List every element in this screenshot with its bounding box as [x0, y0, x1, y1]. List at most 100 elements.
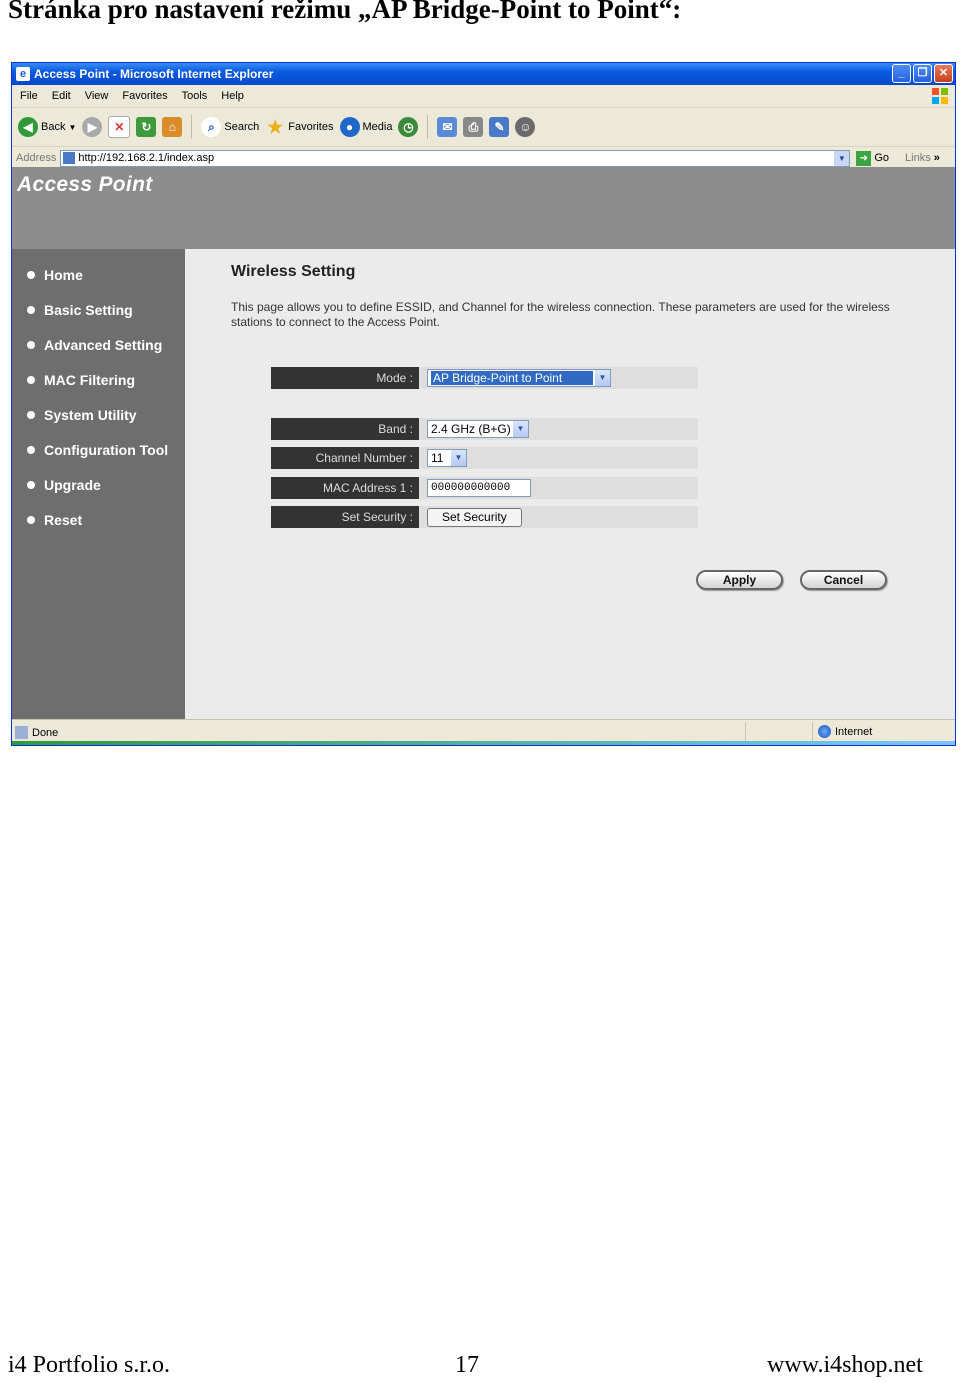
- mac-label: MAC Address 1 :: [271, 477, 419, 499]
- security-row: Set Security : Set Security: [271, 506, 698, 528]
- refresh-icon[interactable]: ↻: [136, 117, 157, 137]
- chevron-down-icon: ▼: [513, 421, 528, 437]
- links-button[interactable]: Links »: [905, 152, 940, 164]
- chevron-down-icon: ▼: [68, 122, 77, 132]
- nav-item-basic-setting[interactable]: Basic Setting: [12, 292, 185, 327]
- links-label: Links: [905, 152, 931, 164]
- status-bar: Done Internet: [12, 719, 955, 745]
- channel-select[interactable]: 11 ▼: [427, 449, 467, 467]
- history-icon[interactable]: ◷: [398, 117, 419, 137]
- bullet-icon: [27, 480, 35, 489]
- bullet-icon: [27, 515, 35, 524]
- mac-address-input[interactable]: 000000000000: [427, 479, 531, 497]
- browser-toolbar: ◀ Back ▼ ▶ ✕ ↻ ⌂ ⌕ Search ★ Favorites ● …: [12, 108, 955, 147]
- page-icon: [63, 152, 76, 164]
- footer-company: i4 Portfolio s.r.o.: [8, 1352, 171, 1378]
- mode-select[interactable]: AP Bridge-Point to Point ▼: [427, 369, 611, 387]
- go-label: Go: [874, 152, 890, 164]
- go-button[interactable]: ➜ Go: [856, 150, 890, 166]
- media-label: Media: [362, 121, 393, 133]
- media-icon: ●: [339, 117, 360, 137]
- footer-website: www.i4shop.net: [767, 1352, 923, 1378]
- back-arrow-icon: ◀: [18, 117, 38, 137]
- menu-favorites[interactable]: Favorites: [122, 90, 167, 102]
- mode-label: Mode :: [271, 367, 419, 389]
- print-icon[interactable]: ⎙: [463, 117, 484, 137]
- forward-icon[interactable]: ▶: [82, 117, 103, 137]
- menu-file[interactable]: File: [20, 90, 38, 102]
- menu-view[interactable]: View: [85, 90, 109, 102]
- favorites-button[interactable]: ★ Favorites: [265, 117, 333, 137]
- nav-item-system-utility[interactable]: System Utility: [12, 397, 185, 432]
- status-divider: [745, 722, 746, 742]
- banner-title: Access Point: [17, 173, 153, 196]
- favorites-label: Favorites: [288, 121, 334, 133]
- side-navigation: Home Basic Setting Advanced Setting MAC …: [12, 249, 185, 720]
- search-icon: ⌕: [201, 117, 222, 137]
- windows-logo-icon: [931, 87, 949, 105]
- menu-bar: File Edit View Favorites Tools Help: [12, 85, 955, 108]
- mode-row: Mode : AP Bridge-Point to Point ▼: [271, 367, 698, 389]
- url-input[interactable]: http://192.168.2.1/index.asp ▼: [60, 149, 851, 167]
- address-label: Address: [16, 152, 57, 164]
- set-security-button[interactable]: Set Security: [427, 507, 522, 527]
- stop-icon[interactable]: ✕: [108, 116, 131, 138]
- security-zone: Internet: [818, 725, 872, 738]
- nav-item-advanced-setting[interactable]: Advanced Setting: [12, 327, 185, 362]
- chevron-down-icon: ▼: [451, 450, 466, 466]
- star-icon: ★: [267, 116, 284, 137]
- home-icon[interactable]: ⌂: [162, 117, 183, 137]
- band-row: Band : 2.4 GHz (B+G) ▼: [271, 418, 698, 440]
- bullet-icon: [27, 375, 35, 384]
- nav-label: Advanced Setting: [44, 336, 163, 353]
- maximize-icon[interactable]: ❐: [913, 64, 932, 83]
- chevron-down-icon: ▼: [595, 370, 610, 386]
- nav-item-mac-filtering[interactable]: MAC Filtering: [12, 362, 185, 397]
- nav-item-upgrade[interactable]: Upgrade: [12, 467, 185, 502]
- ie-icon: e: [16, 67, 30, 81]
- nav-label: Reset: [44, 511, 83, 528]
- window-controls: _ ❐ ✕: [892, 64, 953, 83]
- toolbar-separator: [191, 115, 193, 139]
- footer-page-number: 17: [455, 1352, 479, 1378]
- bullet-icon: [27, 340, 35, 349]
- edit-icon[interactable]: ✎: [489, 117, 510, 137]
- menu-help[interactable]: Help: [221, 90, 244, 102]
- close-icon[interactable]: ✕: [934, 64, 953, 83]
- window-titlebar[interactable]: e Access Point - Microsoft Internet Expl…: [12, 63, 955, 85]
- menu-edit[interactable]: Edit: [52, 90, 71, 102]
- document-title: Stránka pro nastavení režimu „AP Bridge-…: [8, 0, 682, 24]
- nav-label: Configuration Tool: [44, 441, 169, 458]
- web-page: Access Point Home Basic Setting Advanced…: [12, 167, 955, 720]
- menu-tools[interactable]: Tools: [182, 90, 208, 102]
- toolbar-separator: [427, 115, 429, 139]
- go-arrow-icon: ➜: [856, 150, 872, 166]
- chevron-down-icon[interactable]: ▼: [834, 150, 850, 166]
- mail-icon[interactable]: ✉: [437, 117, 458, 137]
- nav-item-configuration-tool[interactable]: Configuration Tool: [12, 432, 185, 467]
- minimize-icon[interactable]: _: [892, 64, 911, 83]
- channel-row: Channel Number : 11 ▼: [271, 447, 698, 469]
- apply-button[interactable]: Apply: [696, 570, 783, 590]
- page-heading: Wireless Setting: [231, 263, 356, 280]
- band-select[interactable]: 2.4 GHz (B+G) ▼: [427, 420, 529, 438]
- page-description: This page allows you to define ESSID, an…: [231, 300, 890, 329]
- nav-item-reset[interactable]: Reset: [12, 502, 185, 537]
- nav-label: MAC Filtering: [44, 371, 135, 388]
- back-button[interactable]: ◀ Back ▼: [18, 117, 76, 137]
- bullet-icon: [27, 270, 35, 279]
- page-banner: Access Point: [12, 167, 955, 249]
- band-value: 2.4 GHz (B+G): [431, 422, 511, 436]
- search-label: Search: [224, 121, 260, 133]
- nav-label: Home: [44, 266, 83, 283]
- cancel-button[interactable]: Cancel: [800, 570, 887, 590]
- status-text: Done: [32, 726, 59, 739]
- search-button[interactable]: ⌕ Search: [201, 117, 259, 137]
- page-done-icon: [15, 726, 28, 739]
- nav-item-home[interactable]: Home: [12, 257, 185, 292]
- mac-row: MAC Address 1 : 000000000000: [271, 477, 698, 499]
- messenger-icon[interactable]: ☺: [515, 117, 536, 137]
- media-button[interactable]: ● Media: [339, 117, 393, 137]
- browser-window: e Access Point - Microsoft Internet Expl…: [11, 62, 956, 746]
- address-bar: Address http://192.168.2.1/index.asp ▼ ➜…: [12, 147, 955, 169]
